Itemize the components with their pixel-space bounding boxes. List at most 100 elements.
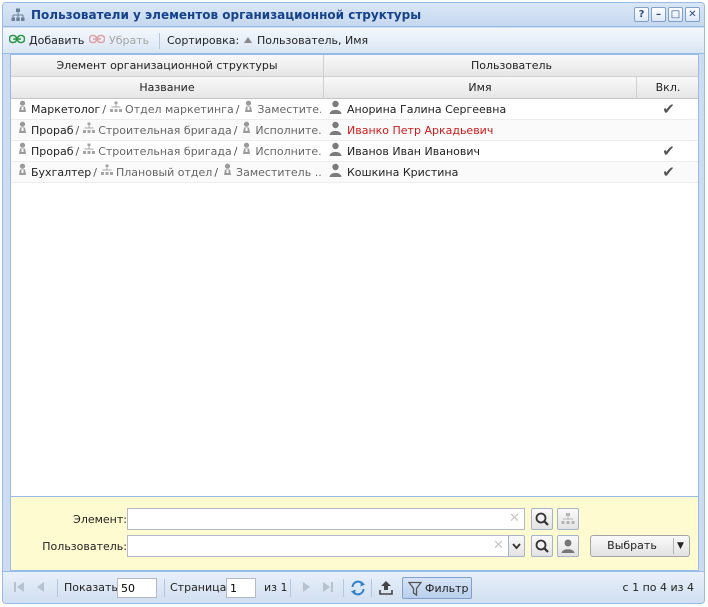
export-icon[interactable] (377, 579, 395, 600)
element-filter-input[interactable] (127, 508, 525, 530)
org-tree-icon (558, 513, 578, 532)
user-cell: Анорина Галина Сергеевна (329, 99, 629, 120)
path-separator: / (233, 124, 238, 137)
department-icon (101, 162, 113, 183)
path-separator: / (235, 103, 240, 116)
user-search-button[interactable] (531, 535, 553, 557)
add-button-label: Добавить (29, 34, 85, 47)
refresh-icon[interactable] (349, 579, 367, 600)
org-path-segment-label: Строительная бригада (98, 145, 232, 158)
clear-icon[interactable]: ✕ (493, 538, 504, 553)
link-remove-icon (88, 34, 106, 47)
users-window: Пользователи у элементов организационной… (2, 2, 705, 604)
department-icon (83, 141, 96, 162)
path-separator: / (93, 166, 97, 179)
help-button[interactable]: ? (634, 7, 649, 22)
position-icon (241, 120, 252, 141)
table-row[interactable]: Маркетолог/Отдел маркетинга/Заместите...… (11, 99, 698, 120)
pager-separator (164, 579, 165, 597)
chevron-down-icon (509, 543, 524, 559)
org-path-segment: Строительная бригада (83, 141, 232, 162)
user-cell: Кошкина Кристина (329, 162, 629, 183)
select-button-split (673, 538, 674, 554)
sort-label: Сортировка: (167, 34, 239, 47)
enabled-checkmark-icon: ✔ (662, 100, 675, 118)
org-path-segment-label: Маркетолог (31, 103, 101, 116)
org-path-segment-label: Бухгалтер (31, 166, 92, 179)
enabled-checkmark-icon (637, 120, 698, 141)
caret-down-icon[interactable]: ▼ (677, 536, 684, 556)
sort-ascending-icon (243, 34, 253, 47)
position-icon (241, 141, 252, 162)
last-page-icon[interactable] (320, 579, 336, 598)
org-path-segment-label: Прораб (31, 124, 74, 137)
table-row[interactable]: Прораб/Строительная бригада/Исполните...… (11, 141, 698, 163)
user-filter-input[interactable] (127, 535, 509, 557)
element-search-button[interactable] (531, 508, 553, 530)
org-path-segment: Исполните... (241, 141, 321, 162)
org-path-segment: Заместите... (243, 99, 321, 120)
page-label: Страница (170, 581, 227, 594)
element-tree-button[interactable] (557, 508, 579, 530)
user-name: Иванов Иван Иванович (347, 145, 480, 158)
department-icon (83, 120, 96, 141)
toolbar: Добавить Убрать Сортировка: Пользователь… (3, 28, 704, 54)
prev-page-icon[interactable] (33, 579, 49, 598)
table-row[interactable]: Прораб/Строительная бригада/Исполните...… (11, 120, 698, 141)
path-separator: / (75, 145, 80, 158)
user-cell: Иванко Петр Аркадьевич (329, 120, 629, 141)
org-path-segment-label: Исполните... (255, 124, 321, 137)
position-icon (17, 141, 28, 162)
org-path-segment-label: Прораб (31, 145, 74, 158)
user-name: Иванко Петр Аркадьевич (347, 124, 494, 137)
sort-value: Пользователь, Имя (257, 34, 369, 47)
close-button[interactable]: ✕ (685, 7, 700, 22)
org-path-segment-label: Исполните... (255, 145, 321, 158)
filter-toggle-button[interactable]: Фильтр (402, 577, 472, 599)
sort-button[interactable]: Пользователь, Имя (243, 34, 368, 47)
next-page-icon[interactable] (298, 579, 314, 598)
page-size-label: Показать (64, 581, 118, 594)
position-icon (243, 99, 254, 120)
page-size-input[interactable] (117, 578, 157, 598)
pager-separator (290, 579, 291, 597)
column-header-user-name[interactable]: Имя (324, 77, 637, 99)
users-grid: Элемент организационной структуры Пользо… (10, 54, 699, 497)
column-header-enabled[interactable]: Вкл. (637, 77, 698, 99)
clear-icon[interactable]: ✕ (509, 511, 520, 526)
position-icon (222, 162, 233, 183)
user-name: Кошкина Кристина (347, 166, 459, 179)
user-icon (558, 539, 578, 559)
user-dropdown-trigger[interactable] (508, 535, 525, 557)
select-button[interactable]: Выбрать ▼ (590, 535, 690, 557)
org-structure-icon (11, 8, 25, 22)
first-page-icon[interactable] (11, 579, 27, 598)
page-number-input[interactable] (226, 578, 256, 598)
column-header-name[interactable]: Название (11, 77, 324, 99)
pager-separator (343, 579, 344, 597)
add-button[interactable]: Добавить (8, 34, 85, 47)
minimize-button[interactable]: – (651, 7, 666, 22)
user-pick-button[interactable] (557, 535, 579, 557)
table-row[interactable]: Бухгалтер / Плановый отдел / Заместитель ...… (11, 162, 698, 183)
org-path-segment-label: Строительная бригада (98, 124, 232, 137)
maximize-button[interactable]: □ (668, 7, 683, 22)
page-count-label: из 1 (264, 581, 288, 594)
search-icon (532, 539, 552, 559)
org-path-segment: Строительная бригада (83, 120, 232, 141)
path-separator: / (75, 124, 80, 137)
path-separator: / (233, 145, 238, 158)
org-path-segment-label: Плановый отдел (116, 166, 213, 179)
org-path-segment: Маркетолог (17, 99, 100, 120)
org-path-segment: Отдел маркетинга (110, 99, 234, 120)
sort-label-text: Сортировка: (167, 34, 240, 47)
org-path-segment: Исполните... (241, 120, 321, 141)
remove-button[interactable]: Убрать (88, 34, 149, 47)
user-name: Анорина Галина Сергеевна (347, 103, 507, 116)
path-separator: / (214, 166, 219, 179)
enabled-checkmark-icon: ✔ (662, 142, 675, 160)
window-titlebar[interactable]: Пользователи у элементов организационной… (3, 3, 704, 27)
org-path-cell: Прораб/Строительная бригада/Исполните... (17, 120, 321, 141)
org-path-segment: Заместитель ... (222, 162, 321, 183)
user-icon (329, 142, 342, 163)
